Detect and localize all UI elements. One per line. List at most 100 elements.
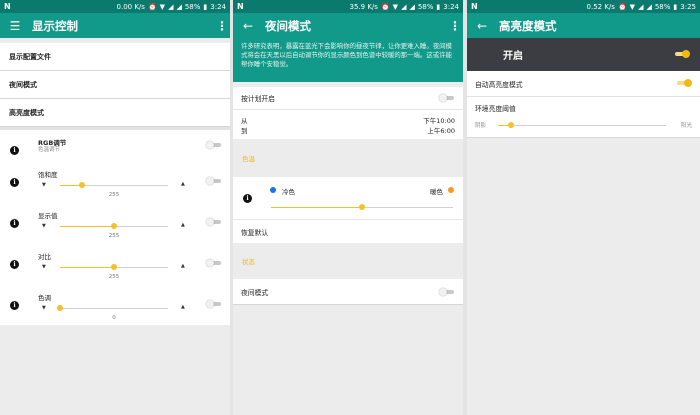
schedule-row[interactable]: 按计划开启 xyxy=(233,87,463,109)
page-title: 显示控制 xyxy=(32,18,78,33)
high-brightness-screen: N 0.52 K/s ⏰ ▼ ◢ ◢ 58% ▮ 3:25 ← 高亮度模式 开启… xyxy=(467,0,700,415)
master-switch-bar[interactable]: 开启 xyxy=(467,38,700,71)
wifi-icon: ▼ xyxy=(159,2,166,11)
alarm-icon: ⏰ xyxy=(380,2,390,11)
saturation-slider[interactable] xyxy=(60,181,168,189)
sunlight-label: 阳光 xyxy=(680,123,692,129)
battery-percent: 58% xyxy=(184,2,201,11)
info-icon[interactable]: i xyxy=(10,146,19,155)
status-bar: N 0.00 K/s ⏰ ▼ ◢ ◢ 58% ▮ 3:24 xyxy=(0,0,230,13)
auto-high-brightness-toggle[interactable] xyxy=(676,79,692,87)
clock: 3:25 xyxy=(680,2,696,11)
status-bar: N 0.52 K/s ⏰ ▼ ◢ ◢ 58% ▮ 3:25 xyxy=(467,0,700,13)
menu-item-label: 显示配置文件 xyxy=(9,52,51,61)
overflow-menu-icon[interactable]: ⋮ xyxy=(449,19,461,33)
saturation-value: 255 xyxy=(108,192,120,198)
alarm-icon: ⏰ xyxy=(617,2,627,11)
to-time[interactable]: 上午6:00 xyxy=(427,125,455,135)
to-label: 到 xyxy=(241,127,248,135)
network-speed: 0.00 K/s xyxy=(116,2,145,11)
ambient-threshold-row: 环境亮度阈值 阴影 阳光 xyxy=(467,97,700,138)
info-icon[interactable]: i xyxy=(243,194,252,203)
night-mode-toggle[interactable] xyxy=(439,288,455,296)
warm-dot-icon xyxy=(448,187,454,193)
from-time[interactable]: 下午10:00 xyxy=(423,115,455,125)
color-temp-slider[interactable] xyxy=(271,203,453,211)
auto-high-brightness-row[interactable]: 自动高亮度模式 xyxy=(467,71,700,96)
contrast-slider[interactable] xyxy=(60,263,168,271)
overflow-menu-icon[interactable]: ⋮ xyxy=(216,19,228,33)
hue-toggle[interactable] xyxy=(206,300,222,308)
hue-label: 色调 xyxy=(38,294,51,302)
battery-icon: ▮ xyxy=(673,2,678,11)
clock: 3:24 xyxy=(443,2,459,11)
menu-item-label: 夜间模式 xyxy=(9,80,37,89)
slider-thumb[interactable] xyxy=(111,223,117,229)
increase-arrow-icon[interactable]: ▲ xyxy=(181,304,185,310)
menu-item-high-brightness[interactable]: 高亮度模式 xyxy=(0,99,230,127)
decrease-arrow-icon[interactable]: ▼ xyxy=(42,264,46,270)
contrast-value: 255 xyxy=(108,274,120,280)
decrease-arrow-icon[interactable]: ▼ xyxy=(42,223,46,229)
schedule-toggle[interactable] xyxy=(439,94,455,102)
decrease-arrow-icon[interactable]: ▼ xyxy=(42,182,46,188)
wifi-icon: ▼ xyxy=(629,2,636,11)
menu-item-label: 高亮度模式 xyxy=(9,108,44,117)
warm-label: 暖色 xyxy=(430,188,443,196)
contrast-toggle[interactable] xyxy=(206,259,222,267)
app-toolbar: ☰ 显示控制 ⋮ xyxy=(0,13,230,38)
increase-arrow-icon[interactable]: ▲ xyxy=(181,222,185,228)
rgb-adjust-row[interactable]: i RGB调节 色温调节 xyxy=(0,134,230,170)
from-label: 从 xyxy=(241,117,248,125)
back-arrow-icon[interactable]: ← xyxy=(473,19,491,33)
notification-n-icon: N xyxy=(471,2,478,11)
hue-row: i 色调 ▼ ▲ 0 xyxy=(0,289,230,325)
restore-defaults-label: 恢复默认 xyxy=(241,228,269,237)
slider-thumb[interactable] xyxy=(508,122,515,128)
info-icon[interactable]: i xyxy=(10,301,19,310)
menu-item-night-mode[interactable]: 夜间模式 xyxy=(0,71,230,99)
saturation-toggle[interactable] xyxy=(206,177,222,185)
value-slider[interactable] xyxy=(60,222,168,230)
signal-icon: ◢ xyxy=(401,2,407,11)
color-temp-row: i 冷色 暖色 xyxy=(233,177,463,219)
value-toggle[interactable] xyxy=(206,218,222,226)
saturation-row: i 饱和度 ▼ ▲ 255 xyxy=(0,166,230,202)
info-icon[interactable]: i xyxy=(10,260,19,269)
back-arrow-icon[interactable]: ← xyxy=(239,19,257,33)
cool-dot-icon xyxy=(270,187,276,193)
increase-arrow-icon[interactable]: ▲ xyxy=(181,263,185,269)
info-icon[interactable]: i xyxy=(10,178,19,187)
rgb-toggle[interactable] xyxy=(206,141,222,149)
menu-item-display-profile[interactable]: 显示配置文件 xyxy=(0,43,230,71)
color-temp-header: 色温 xyxy=(242,155,255,163)
page-title: 夜间模式 xyxy=(265,18,311,33)
battery-icon: ▮ xyxy=(203,2,208,11)
status-bar: N 35.9 K/s ⏰ ▼ ◢ ◢ 58% ▮ 3:24 xyxy=(233,0,463,13)
app-toolbar: ← 夜间模式 ⋮ xyxy=(233,13,463,38)
ambient-threshold-slider[interactable] xyxy=(498,121,666,129)
hue-value: 0 xyxy=(112,315,116,321)
signal-icon: ◢ xyxy=(638,2,644,11)
rgb-sublabel: 色温调节 xyxy=(38,147,61,153)
signal-icon-2: ◢ xyxy=(646,2,652,11)
master-toggle[interactable] xyxy=(674,50,692,58)
ambient-threshold-label: 环境亮度阈值 xyxy=(475,105,516,113)
notification-n-icon: N xyxy=(4,2,11,11)
slider-thumb[interactable] xyxy=(111,264,117,270)
night-mode-description: 许多研究表明，暴露在蓝光下会影响你的昼夜节律，让你更难入睡。夜间模式将会在天黑以… xyxy=(233,38,463,82)
info-icon[interactable]: i xyxy=(10,219,19,228)
increase-arrow-icon[interactable]: ▲ xyxy=(181,181,185,187)
clock: 3:24 xyxy=(210,2,226,11)
restore-defaults-button[interactable]: 恢复默认 xyxy=(233,219,463,243)
slider-thumb[interactable] xyxy=(359,204,365,210)
color-adjustments: i RGB调节 色温调节 i 饱和度 ▼ ▲ 255 i 显示值 ▼ ▲ 255… xyxy=(0,130,230,325)
hamburger-menu-icon[interactable]: ☰ xyxy=(6,19,24,33)
auto-high-brightness-label: 自动高亮度模式 xyxy=(475,80,523,89)
hue-slider[interactable] xyxy=(57,304,168,312)
night-mode-row[interactable]: 夜间模式 xyxy=(233,279,463,305)
schedule-times[interactable]: 从 下午10:00 到 上午6:00 xyxy=(233,109,463,139)
slider-thumb[interactable] xyxy=(78,182,85,188)
decrease-arrow-icon[interactable]: ▼ xyxy=(42,305,46,311)
slider-thumb[interactable] xyxy=(57,305,63,311)
